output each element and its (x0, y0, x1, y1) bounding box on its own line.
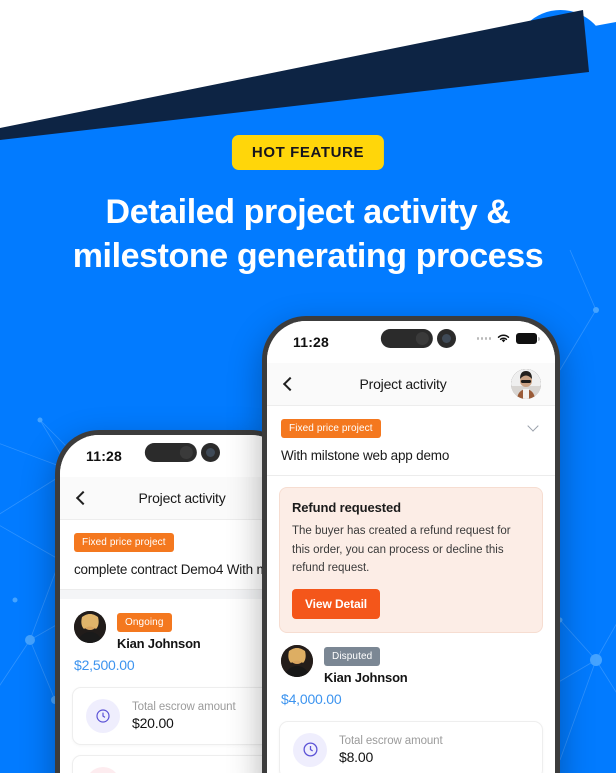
status-bar: 11:28 (60, 435, 290, 477)
phone-back-content: Fixed price project complete contract De… (60, 520, 290, 773)
battery-icon (516, 333, 540, 344)
stat-value: $20.00 (132, 715, 174, 731)
page-title: Detailed project activity & milestone ge… (0, 190, 616, 278)
stat-text: Total escrow amount $8.00 (339, 735, 443, 765)
project-header: Fixed price project With milstone web ap… (267, 406, 555, 476)
refund-body: The buyer has created a refund request f… (292, 525, 511, 575)
dynamic-island (380, 329, 433, 348)
stat-card-escrow[interactable]: Total escrow amount $8.00 (279, 720, 543, 773)
clock-icon (293, 732, 327, 767)
signal-dots-icon (476, 337, 491, 340)
phone-front-content: Fixed price project With milstone web ap… (267, 406, 555, 773)
avatar (281, 644, 313, 677)
status-bar: 11:28 (267, 321, 555, 363)
client-meta: Ongoing Kian Johnson (117, 611, 201, 651)
stat-text: Total escrow amount $20.00 (132, 701, 236, 731)
chevron-down-icon[interactable] (528, 422, 539, 433)
client-name: Kian Johnson (117, 636, 201, 651)
project-title: With milstone web app demo (281, 448, 450, 463)
client-row[interactable]: Disputed Kian Johnson $4,000.00 (267, 633, 555, 707)
clock-icon (86, 699, 120, 733)
headline-line-1: Detailed project activity & (105, 193, 511, 231)
project-amount: $4,000.00 (281, 690, 342, 707)
nav-title: Project activity (138, 490, 226, 506)
stat-value: $8.00 (339, 748, 374, 765)
client-meta: Disputed Kian Johnson (324, 645, 408, 685)
dynamic-island (144, 443, 197, 462)
refund-requested-card: Refund requested The buyer has created a… (279, 487, 543, 633)
project-type-badge: Fixed price project (281, 419, 381, 438)
wallet-icon (86, 767, 120, 773)
phone-mockup-front: 11:28 Project activity Fixed price proje… (262, 316, 560, 773)
project-type-badge: Fixed price project (74, 533, 174, 552)
stat-card-escrow[interactable]: Total escrow amount $20.00 (72, 687, 278, 745)
stat-label: Total escrow amount (339, 734, 443, 747)
refund-title: Refund requested (292, 500, 401, 515)
project-amount: $2,500.00 (74, 657, 135, 673)
phone-back-screen: 11:28 Project activity Fixed price proje… (60, 435, 290, 773)
promo-banner: HOT FEATURE Detailed project activity & … (0, 0, 616, 773)
nav-title: Project activity (359, 376, 447, 392)
client-name: Kian Johnson (324, 669, 408, 685)
stat-label: Total escrow amount (132, 701, 236, 713)
status-bar-time: 11:28 (86, 448, 123, 464)
front-camera-icon (437, 329, 456, 348)
status-bar-indicators (476, 333, 540, 344)
wifi-icon (497, 334, 510, 343)
view-detail-button[interactable]: View Detail (292, 588, 381, 619)
status-badge: Disputed (324, 646, 381, 666)
phone-mockup-back: 11:28 Project activity Fixed price proje… (55, 430, 295, 773)
section-divider (60, 590, 290, 599)
project-header: Fixed price project complete contract De… (60, 520, 290, 590)
avatar[interactable] (511, 369, 541, 399)
status-badge: Ongoing (117, 613, 172, 632)
client-row[interactable]: Ongoing Kian Johnson $2,500.00 (60, 599, 290, 673)
status-bar-time: 11:28 (293, 334, 330, 350)
hot-feature-badge: HOT FEATURE (231, 135, 385, 170)
stats-list: Total escrow amount $20.00 Total earned … (60, 661, 290, 773)
nav-bar: Project activity (60, 477, 290, 520)
headline-line-2: milestone generating process (72, 237, 544, 276)
chevron-left-icon[interactable] (281, 377, 295, 391)
phone-front-screen: 11:28 Project activity Fixed price proje… (267, 321, 555, 773)
front-camera-icon (201, 443, 220, 462)
nav-bar: Project activity (267, 363, 555, 406)
avatar (74, 611, 106, 643)
stat-card-earned[interactable]: Total earned amount (72, 755, 278, 773)
project-title: complete contract Demo4 With milest (74, 562, 290, 577)
chevron-left-icon[interactable] (74, 491, 88, 505)
